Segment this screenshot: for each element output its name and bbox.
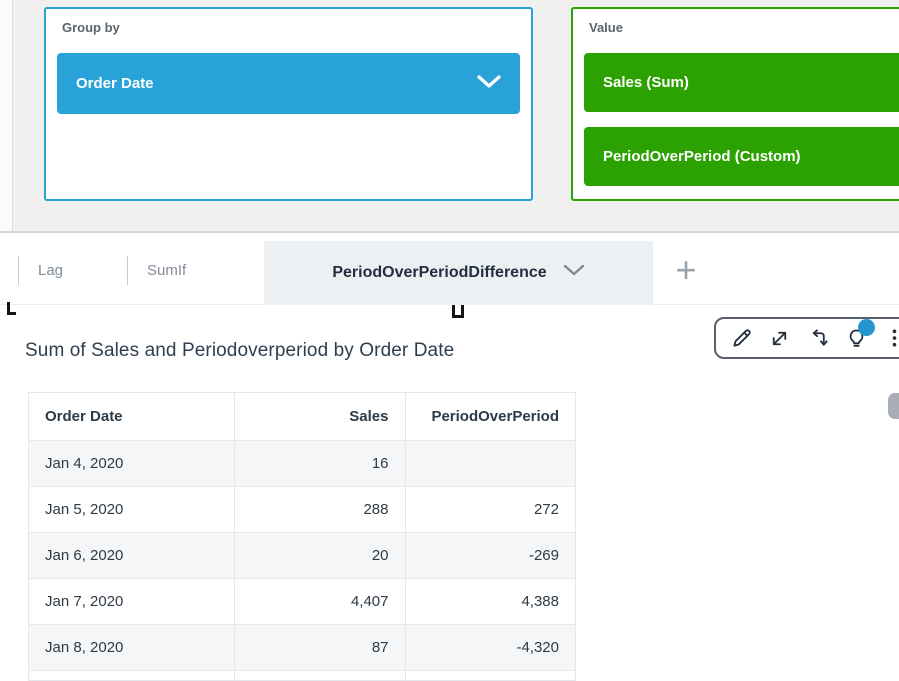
- kebab-menu-icon[interactable]: [876, 319, 899, 357]
- chevron-down-icon[interactable]: [563, 264, 585, 282]
- table-row-partial: [29, 671, 576, 681]
- calculation-tab-bar: Lag SumIf PeriodOverPeriodDifference +: [0, 235, 899, 305]
- chevron-down-icon: [477, 75, 501, 93]
- value-well: Value Sales (Sum) PeriodOverPeriod (Cust…: [571, 7, 899, 201]
- cell-date: Jan 6, 2020: [29, 533, 235, 579]
- pivot-table: Order Date Sales PeriodOverPeriod Jan 4,…: [28, 392, 576, 681]
- maximize-icon[interactable]: [760, 319, 798, 357]
- cell-sales: 288: [235, 487, 406, 533]
- cell-pop: 4,388: [405, 579, 576, 625]
- add-calculation-button[interactable]: +: [664, 235, 708, 305]
- edit-pencil-icon[interactable]: [722, 319, 760, 357]
- tab-lag[interactable]: Lag: [38, 235, 63, 305]
- table-row: Jan 7, 2020 4,407 4,388: [29, 579, 576, 625]
- tab-sumif[interactable]: SumIf: [147, 235, 186, 305]
- table-row: Jan 8, 2020 87 -4,320: [29, 625, 576, 671]
- cell-date: Jan 7, 2020: [29, 579, 235, 625]
- value-label: Value: [589, 20, 623, 35]
- value-field-sales-label: Sales (Sum): [603, 74, 689, 91]
- cell-date: Jan 8, 2020: [29, 625, 235, 671]
- column-header-sales[interactable]: Sales: [235, 393, 406, 441]
- visual-title: Sum of Sales and Periodoverperiod by Ord…: [25, 340, 454, 362]
- cell-pop: [405, 441, 576, 487]
- cell-sales: 16: [235, 441, 406, 487]
- visual-toolbar: [714, 317, 899, 359]
- field-wells-panel: Group by Order Date Value Sales (Sum) Pe…: [0, 0, 899, 233]
- column-header-order-date[interactable]: Order Date: [29, 393, 235, 441]
- tab-divider: [18, 256, 19, 285]
- cell-pop: 272: [405, 487, 576, 533]
- value-field-periodoverperiod-label: PeriodOverPeriod (Custom): [603, 148, 801, 165]
- table-header-row: Order Date Sales PeriodOverPeriod: [29, 393, 576, 441]
- cell-pop: -4,320: [405, 625, 576, 671]
- group-by-field-label: Order Date: [76, 75, 154, 92]
- notification-dot: [858, 319, 875, 336]
- cell-sales: 4,407: [235, 579, 406, 625]
- value-field-periodoverperiod[interactable]: PeriodOverPeriod (Custom): [584, 127, 899, 186]
- tab-periodoverperioddifference[interactable]: PeriodOverPeriodDifference: [264, 241, 653, 305]
- resize-handle-corner[interactable]: [7, 302, 16, 315]
- cell-date: Jan 4, 2020: [29, 441, 235, 487]
- column-header-periodoverperiod[interactable]: PeriodOverPeriod: [405, 393, 576, 441]
- value-field-sales[interactable]: Sales (Sum): [584, 53, 899, 112]
- panel-left-edge: [0, 0, 13, 231]
- group-by-field-dropdown[interactable]: Order Date: [57, 53, 520, 114]
- tab-divider: [127, 256, 128, 285]
- cell-pop: -269: [405, 533, 576, 579]
- tab-sumif-label: SumIf: [147, 262, 186, 279]
- vertical-scrollbar-thumb[interactable]: [888, 393, 899, 419]
- route-arrows-icon[interactable]: [799, 319, 837, 357]
- cell-date: Jan 5, 2020: [29, 487, 235, 533]
- cell-sales: 87: [235, 625, 406, 671]
- table-row: Jan 6, 2020 20 -269: [29, 533, 576, 579]
- tab-lag-label: Lag: [38, 262, 63, 279]
- tab-periodoverperioddifference-label: PeriodOverPeriodDifference: [332, 264, 546, 282]
- cell-sales: 20: [235, 533, 406, 579]
- table-row: Jan 5, 2020 288 272: [29, 487, 576, 533]
- group-by-well: Group by Order Date: [44, 7, 533, 201]
- table-row: Jan 4, 2020 16: [29, 441, 576, 487]
- group-by-label: Group by: [62, 20, 120, 35]
- resize-handle-top[interactable]: [452, 305, 464, 318]
